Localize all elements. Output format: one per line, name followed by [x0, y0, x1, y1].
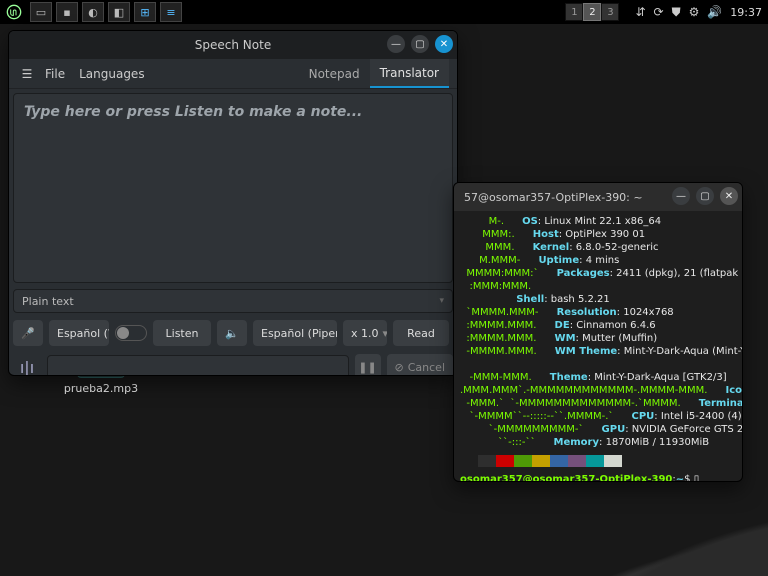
taskbar-item[interactable]: ⊞: [134, 2, 156, 22]
read-button[interactable]: Read: [393, 320, 449, 346]
cancel-icon: ⊘: [395, 361, 404, 374]
tab-notepad[interactable]: Notepad: [299, 59, 370, 88]
workspace-switcher[interactable]: 1 2 3: [565, 3, 619, 21]
titlebar[interactable]: 57@osomar357-OptiPlex-390: ~ — ▢ ✕: [454, 183, 742, 211]
waveform-icon: ı|ı: [13, 358, 41, 377]
speaker-icon[interactable]: 🔈: [217, 320, 247, 346]
clock[interactable]: 19:37: [730, 6, 762, 19]
system-tray: ⇵ ⟳ ⛊ ⚙ 🔊: [627, 6, 730, 18]
output-voice-select[interactable]: Español (Piper S: [253, 320, 337, 346]
maximize-button[interactable]: ▢: [411, 35, 429, 53]
taskbar-item[interactable]: ◧: [108, 2, 130, 22]
mint-logo-icon: [6, 4, 22, 20]
desktop-file-label: prueba2.mp3: [56, 382, 146, 395]
taskbar-item[interactable]: ▭: [30, 2, 52, 22]
workspace-2[interactable]: 2: [583, 3, 601, 21]
top-panel: ▭ ▪ ◐ ◧ ⊞ ≡ 1 2 3 ⇵ ⟳ ⛊ ⚙ 🔊 19:37: [0, 0, 768, 24]
titlebar[interactable]: Speech Note — ▢ ✕: [9, 31, 457, 59]
speech-note-window: Speech Note — ▢ ✕ ☰ File Languages Notep…: [8, 30, 458, 376]
workspace-1[interactable]: 1: [565, 3, 583, 21]
terminal-window: 57@osomar357-OptiPlex-390: ~ — ▢ ✕ M-. O…: [453, 182, 743, 482]
input-language-select[interactable]: Español (W: [49, 320, 109, 346]
hamburger-icon[interactable]: ☰: [17, 67, 37, 81]
close-button[interactable]: ✕: [720, 187, 738, 205]
tab-translator[interactable]: Translator: [370, 59, 449, 88]
taskbar-item[interactable]: ≡: [160, 2, 182, 22]
terminal-output[interactable]: M-. OS: Linux Mint 22.1 x86_64 MMM:. Hos…: [454, 211, 742, 482]
menu-file[interactable]: File: [45, 67, 65, 81]
maximize-button[interactable]: ▢: [696, 187, 714, 205]
updater-icon[interactable]: ⟳: [654, 6, 664, 18]
close-button[interactable]: ✕: [435, 35, 453, 53]
format-label: Plain text: [22, 295, 74, 308]
format-select[interactable]: Plain text ▾: [13, 289, 453, 313]
speed-select[interactable]: x 1.0: [343, 320, 387, 346]
menu-launcher[interactable]: [0, 0, 28, 24]
dropbox-icon[interactable]: ⇵: [635, 6, 645, 18]
cancel-button[interactable]: ⊘Cancel: [387, 354, 453, 376]
toggle-switch[interactable]: [115, 325, 147, 341]
window-title: Speech Note: [195, 38, 271, 52]
note-textarea[interactable]: Type here or press Listen to make a note…: [13, 93, 453, 283]
minimize-button[interactable]: —: [387, 35, 405, 53]
workspace-3[interactable]: 3: [601, 3, 619, 21]
listen-button[interactable]: Listen: [153, 320, 211, 346]
progress-bar[interactable]: [47, 355, 349, 376]
mic-icon[interactable]: 🎤: [13, 320, 43, 346]
window-title: 57@osomar357-OptiPlex-390: ~: [464, 191, 672, 204]
minimize-button[interactable]: —: [672, 187, 690, 205]
taskbar-item[interactable]: ▪: [56, 2, 78, 22]
volume-icon[interactable]: 🔊: [707, 6, 722, 18]
chevron-down-icon: ▾: [439, 296, 444, 306]
taskbar-item[interactable]: ◐: [82, 2, 104, 22]
menu-languages[interactable]: Languages: [79, 67, 144, 81]
shield-icon[interactable]: ⛊: [672, 6, 681, 18]
menubar: ☰ File Languages Notepad Translator: [9, 59, 457, 89]
network-icon[interactable]: ⚙: [689, 6, 700, 18]
pause-button[interactable]: ❚❚: [355, 354, 381, 376]
